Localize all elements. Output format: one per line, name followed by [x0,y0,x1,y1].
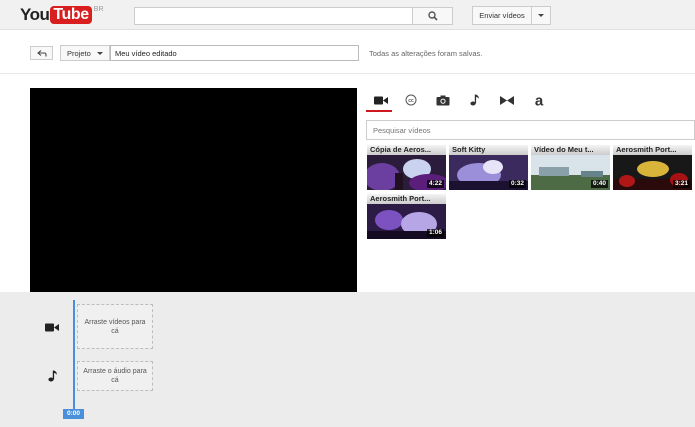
tab-audio[interactable] [462,88,487,112]
audio-track-icon [46,370,60,382]
text-icon: a [534,94,543,107]
tab-transitions[interactable] [494,88,519,112]
thumbnail-duration: 0:40 [590,180,608,188]
tab-creative-commons[interactable]: cc [398,88,423,112]
video-drop-zone[interactable]: Arraste vídeos para cá [77,304,153,349]
thumbnail-title: Vídeo do Meu t... [531,145,610,155]
thumbnail-title: Aerosmith Port... [367,194,446,204]
project-menu-button[interactable]: Projeto [60,45,110,61]
masthead: You Tube BR Enviar vídeos [0,0,695,30]
logo-tube: Tube [50,6,92,24]
chevron-down-icon [538,14,544,17]
video-thumbnail[interactable]: Aerosmith Port... 1:06 [367,194,446,239]
thumbnail-duration: 3:21 [672,180,690,188]
active-tab-indicator [366,110,392,112]
creative-commons-icon: cc [405,94,416,106]
search-button[interactable] [413,7,453,25]
music-note-icon [469,94,479,106]
video-camera-icon [45,323,59,331]
video-thumbnail[interactable]: Soft Kitty 0:32 [449,145,528,190]
tab-text[interactable]: a [526,88,551,112]
project-label: Projeto [67,48,91,58]
video-camera-icon [373,96,388,104]
logo-region: BR [93,6,104,13]
logo-you: You [20,5,50,24]
save-status: Todas as alterações foram salvas. [369,49,483,58]
youtube-logo[interactable]: You Tube BR [20,5,104,25]
media-tabs: cc a [366,88,695,112]
thumbnail-duration: 0:32 [508,180,526,188]
tab-videos[interactable] [368,88,393,112]
project-title-input[interactable] [110,45,359,61]
video-drop-label: Arraste vídeos para cá [84,318,146,335]
upload-menu-button[interactable] [532,6,551,25]
tab-photos[interactable] [430,88,455,112]
undo-arrow-icon [36,49,47,56]
video-search-input[interactable] [366,120,695,140]
music-note-icon [48,370,57,382]
playhead[interactable] [73,300,75,410]
thumbnail-duration: 4:22 [426,180,444,188]
camera-icon [436,95,449,105]
svg-text:a: a [534,94,543,107]
audio-drop-zone[interactable]: Arraste o áudio para cá [77,361,153,391]
video-track-icon [45,321,59,333]
chevron-down-icon [96,51,103,55]
thumbnail-title: Soft Kitty [449,145,528,155]
video-preview-player[interactable] [30,88,357,292]
thumbnail-duration: 1:06 [426,229,444,237]
playhead-time[interactable]: 0:00 [63,409,84,419]
search-icon [427,11,438,21]
transition-icon [499,95,514,105]
search-input[interactable] [134,7,413,25]
video-thumbnail[interactable]: Cópia de Aeros... 4:22 [367,145,446,190]
video-thumbnail[interactable]: Aerosmith Port... 3:21 [613,145,692,190]
back-button[interactable] [30,46,53,60]
upload-button[interactable]: Enviar vídeos [472,6,532,25]
project-toolbar: Projeto Todas as alterações foram salvas… [0,31,695,74]
thumbnail-title: Aerosmith Port... [613,145,692,155]
video-thumbnail[interactable]: Vídeo do Meu t... 0:40 [531,145,610,190]
audio-drop-label: Arraste o áudio para cá [83,368,147,384]
svg-text:cc: cc [408,98,414,104]
thumbnail-title: Cópia de Aeros... [367,145,446,155]
